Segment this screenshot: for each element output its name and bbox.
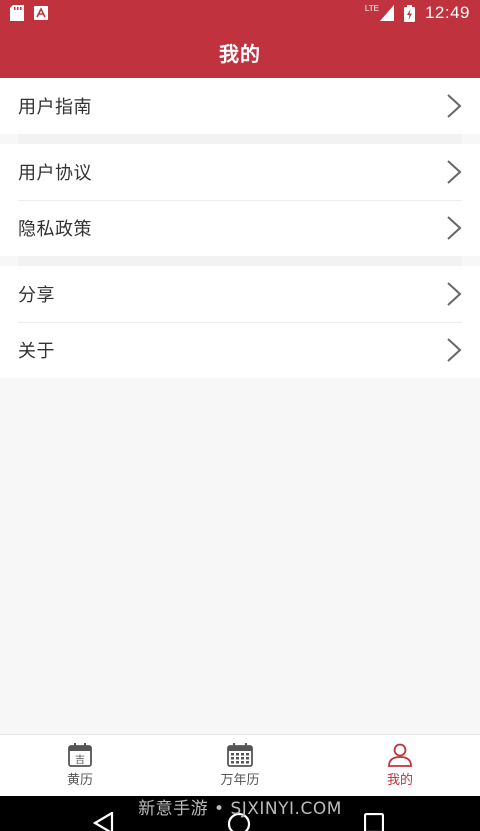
- sd-card-icon: [10, 5, 24, 21]
- menu-item-label: 分享: [18, 285, 55, 306]
- app-bar: 我的: [0, 26, 480, 78]
- chevron-right-icon: [447, 282, 462, 306]
- tab-label: 黄历: [66, 773, 93, 788]
- chevron-right-icon: [447, 160, 462, 184]
- bottom-tab-bar: 吉 黄历 万年历 我的: [0, 734, 480, 796]
- section-divider: [18, 256, 462, 266]
- lte-signal-icon: LTE: [365, 5, 394, 21]
- menu-item-label: 隐私政策: [18, 219, 92, 240]
- status-time: 12:49: [424, 3, 470, 22]
- calendar-grid-icon: [227, 743, 253, 767]
- calendar-day-icon: 吉: [68, 743, 92, 767]
- watermark-text: 新意手游 • SJXINYI.COM: [138, 799, 342, 819]
- section-divider: [18, 134, 462, 144]
- menu-group-legal: 用户协议 隐私政策: [0, 144, 480, 256]
- chevron-right-icon: [447, 216, 462, 240]
- menu-item-share[interactable]: 分享: [0, 266, 480, 322]
- chevron-right-icon: [447, 94, 462, 118]
- tab-mine[interactable]: 我的: [320, 735, 480, 796]
- tab-perpetual-calendar[interactable]: 万年历: [160, 735, 320, 796]
- system-nav-bar: 新意手游 • SJXINYI.COM: [0, 796, 480, 831]
- menu-item-label: 关于: [18, 341, 55, 362]
- page-title: 我的: [219, 41, 261, 66]
- tab-almanac[interactable]: 吉 黄历: [0, 735, 160, 796]
- menu-item-user-guide[interactable]: 用户指南: [0, 78, 480, 134]
- status-bar: LTE 12:49: [0, 0, 480, 26]
- network-label: LTE: [364, 4, 379, 13]
- menu-item-privacy-policy[interactable]: 隐私政策: [0, 200, 480, 256]
- tab-label: 我的: [386, 773, 413, 788]
- menu-group-misc: 分享 关于: [0, 266, 480, 378]
- status-right: LTE 12:49: [365, 3, 470, 23]
- battery-charging-icon: [403, 4, 415, 22]
- chevron-right-icon: [447, 338, 462, 362]
- calendar-day-glyph: 吉: [75, 754, 85, 766]
- tab-label: 万年历: [220, 773, 260, 788]
- menu-list: 用户指南 用户协议 隐私政策 分享 关于: [0, 78, 480, 378]
- app-notification-icon: [34, 6, 48, 20]
- menu-item-about[interactable]: 关于: [0, 322, 480, 378]
- menu-item-label: 用户协议: [18, 163, 92, 184]
- menu-item-label: 用户指南: [18, 97, 92, 118]
- status-left: [10, 5, 48, 21]
- menu-group-guide: 用户指南: [0, 78, 480, 134]
- menu-item-user-agreement[interactable]: 用户协议: [0, 144, 480, 200]
- user-icon: [388, 743, 412, 767]
